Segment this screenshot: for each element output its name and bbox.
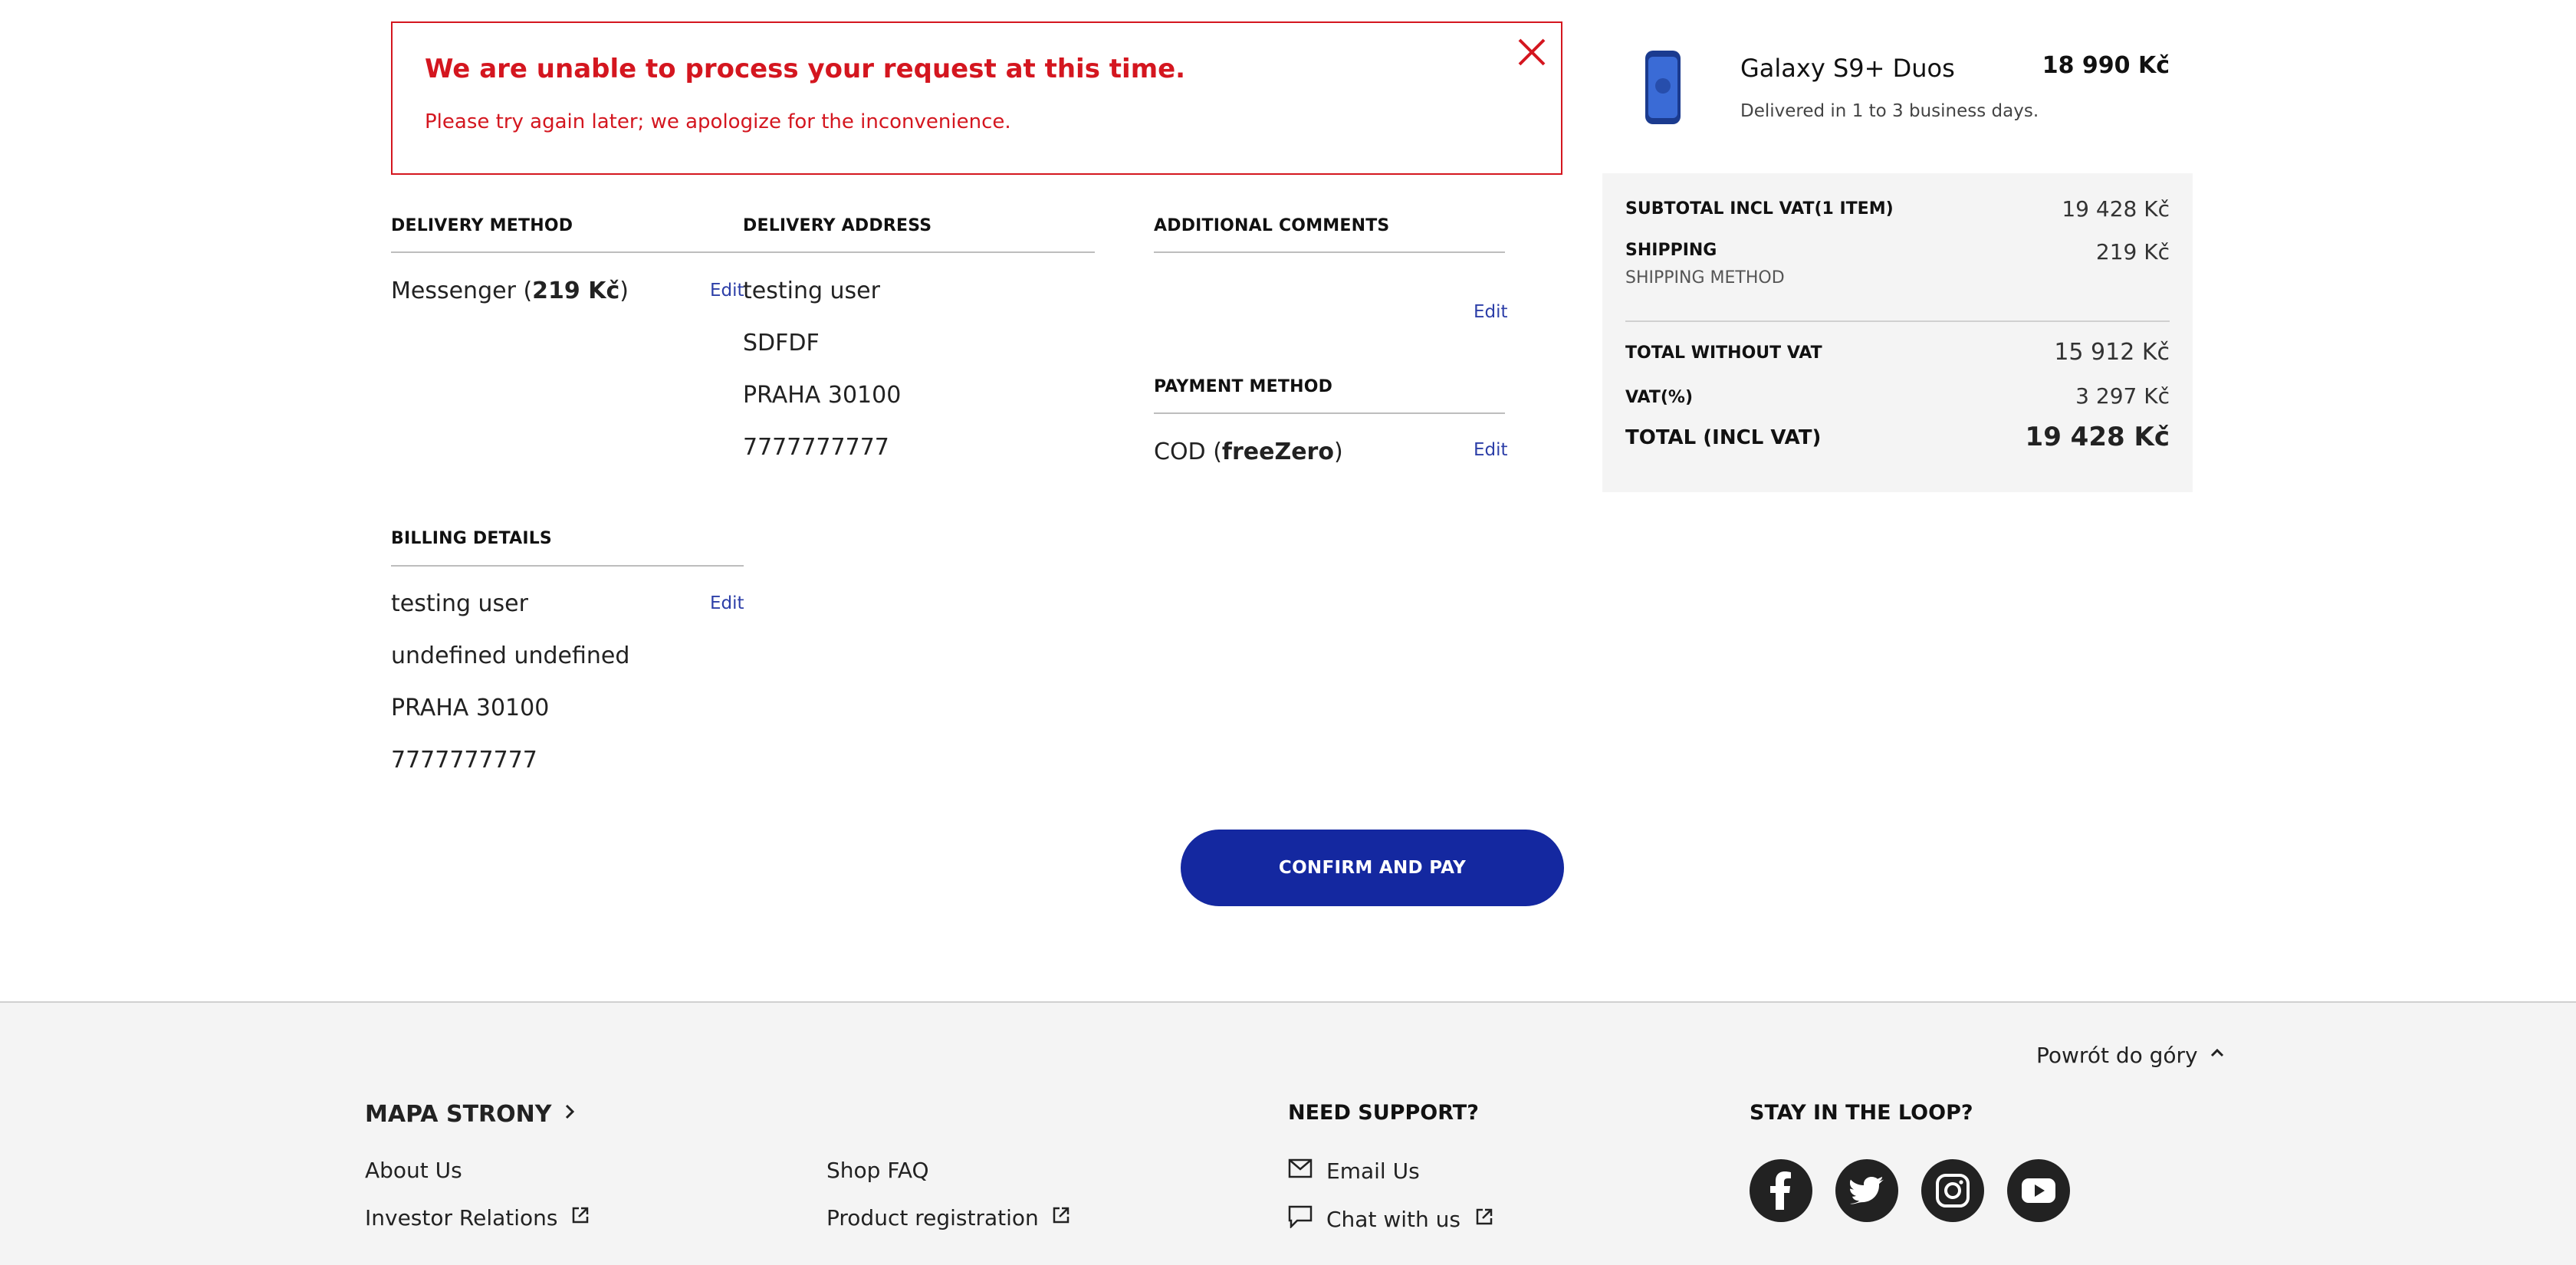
error-message: Please try again later; we apologize for… [425,110,1011,133]
shop-faq-link[interactable]: Shop FAQ [826,1158,929,1183]
summary-divider [1625,320,2170,322]
shipping-value: 219 Kč [2095,239,2170,264]
vat-value: 3 297 Kč [2075,383,2170,409]
payment-method-edit-link[interactable]: Edit [1474,440,1508,460]
product-registration-link[interactable]: Product registration [826,1205,1071,1230]
external-link-icon [1051,1205,1071,1230]
chevron-right-icon [562,1101,577,1128]
payment-method-value: COD (freeZero) [1154,439,1343,465]
footer: Powrót do góry MAPA STRONY About Us Inve… [0,1001,2576,1265]
delivery-address-heading: DELIVERY ADDRESS [743,216,932,235]
delivery-address-line: SDFDF [743,330,820,356]
additional-comments-heading: ADDITIONAL COMMENTS [1154,216,1390,235]
phone-product-image [1641,49,1685,126]
mail-icon [1288,1158,1313,1184]
close-icon[interactable] [1515,35,1549,69]
stay-in-loop-heading: STAY IN THE LOOP? [1750,1101,1973,1125]
delivery-address-line: 7777777777 [743,434,889,461]
chevron-up-icon [2207,1043,2227,1068]
delivery-address-line: PRAHA 30100 [743,382,902,409]
delivery-method-edit-link[interactable]: Edit [710,281,744,301]
error-alert: We are unable to process your request at… [391,21,1562,175]
subtotal-label: SUBTOTAL INCL VAT(1 ITEM) [1625,199,1894,219]
total-value: 19 428 Kč [2025,422,2170,452]
about-us-link[interactable]: About Us [365,1158,462,1183]
total-without-vat-value: 15 912 Kč [2054,339,2170,366]
additional-comments-divider [1154,251,1505,253]
sitemap-label: MAPA STRONY [365,1101,552,1128]
confirm-and-pay-button[interactable]: CONFIRM AND PAY [1181,830,1564,906]
total-without-vat-label: TOTAL WITHOUT VAT [1625,343,1822,363]
payment-method-heading: PAYMENT METHOD [1154,377,1333,396]
payment-method-divider [1154,412,1505,414]
email-us-link[interactable]: Email Us [1288,1158,1420,1184]
delivery-address-line: testing user [743,278,880,304]
facebook-icon[interactable] [1750,1159,1812,1222]
delivery-method-value: Messenger (219 Kč) [391,278,629,304]
need-support-heading: NEED SUPPORT? [1288,1101,1479,1125]
instagram-icon[interactable] [1921,1159,1984,1222]
twitter-icon[interactable] [1835,1159,1898,1222]
external-link-icon [570,1205,590,1230]
subtotal-value: 19 428 Kč [2062,196,2170,222]
delivery-method-heading: DELIVERY METHOD [391,216,573,235]
chat-with-us-link[interactable]: Chat with us [1288,1205,1494,1234]
chat-icon [1288,1205,1313,1234]
billing-details-line: testing user [391,590,528,617]
shipping-label: SHIPPING [1625,241,1717,260]
delivery-address-divider [743,251,1095,253]
investor-relations-label: Investor Relations [365,1205,558,1230]
billing-details-edit-link[interactable]: Edit [710,593,744,613]
product-delivery-note: Delivered in 1 to 3 business days. [1740,101,2039,121]
delivery-method-divider [391,251,744,253]
billing-details-line: PRAHA 30100 [391,695,550,721]
billing-details-divider [391,565,744,567]
vat-label: VAT(%) [1625,388,1694,407]
external-link-icon [1474,1207,1494,1232]
error-title: We are unable to process your request at… [425,54,1186,84]
shipping-method-label: SHIPPING METHOD [1625,268,1785,288]
billing-details-heading: BILLING DETAILS [391,529,552,548]
email-us-label: Email Us [1326,1158,1420,1184]
product-price: 18 990 Kč [2042,52,2170,79]
total-label: TOTAL (INCL VAT) [1625,426,1822,449]
additional-comments-edit-link[interactable]: Edit [1474,302,1508,322]
billing-details-line: 7777777777 [391,747,537,774]
billing-details-line: undefined undefined [391,642,630,669]
order-summary: SUBTOTAL INCL VAT(1 ITEM) 19 428 Kč SHIP… [1602,173,2193,492]
investor-relations-link[interactable]: Investor Relations [365,1205,590,1230]
product-name: Galaxy S9+ Duos [1740,54,1955,83]
chat-with-us-label: Chat with us [1326,1207,1460,1232]
back-to-top-label: Powrót do góry [2036,1043,2198,1068]
sitemap-link[interactable]: MAPA STRONY [365,1101,577,1128]
product-registration-label: Product registration [826,1205,1039,1230]
youtube-icon[interactable] [2007,1159,2070,1222]
back-to-top-link[interactable]: Powrót do góry [2036,1043,2227,1068]
